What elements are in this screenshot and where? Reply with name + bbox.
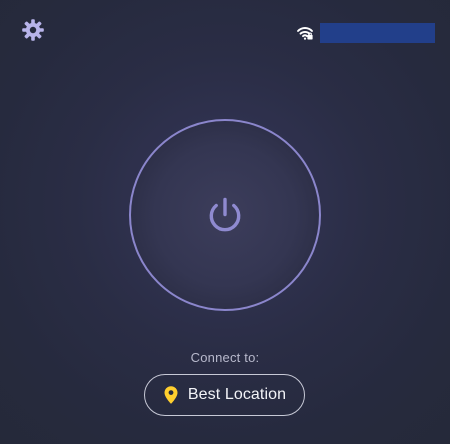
- wifi-lock-icon: [296, 24, 314, 42]
- power-button[interactable]: [129, 119, 321, 311]
- power-icon: [205, 194, 245, 238]
- network-status: [296, 23, 435, 43]
- location-label: Best Location: [187, 386, 287, 403]
- gear-icon: [21, 18, 45, 47]
- location-pin-icon: [163, 385, 179, 405]
- network-name: [320, 23, 435, 43]
- settings-button[interactable]: [19, 18, 47, 46]
- best-location-button[interactable]: Best Location: [144, 374, 305, 416]
- vpn-app: Connect to: Best Location: [0, 0, 450, 444]
- connect-label: Connect to:: [190, 350, 260, 365]
